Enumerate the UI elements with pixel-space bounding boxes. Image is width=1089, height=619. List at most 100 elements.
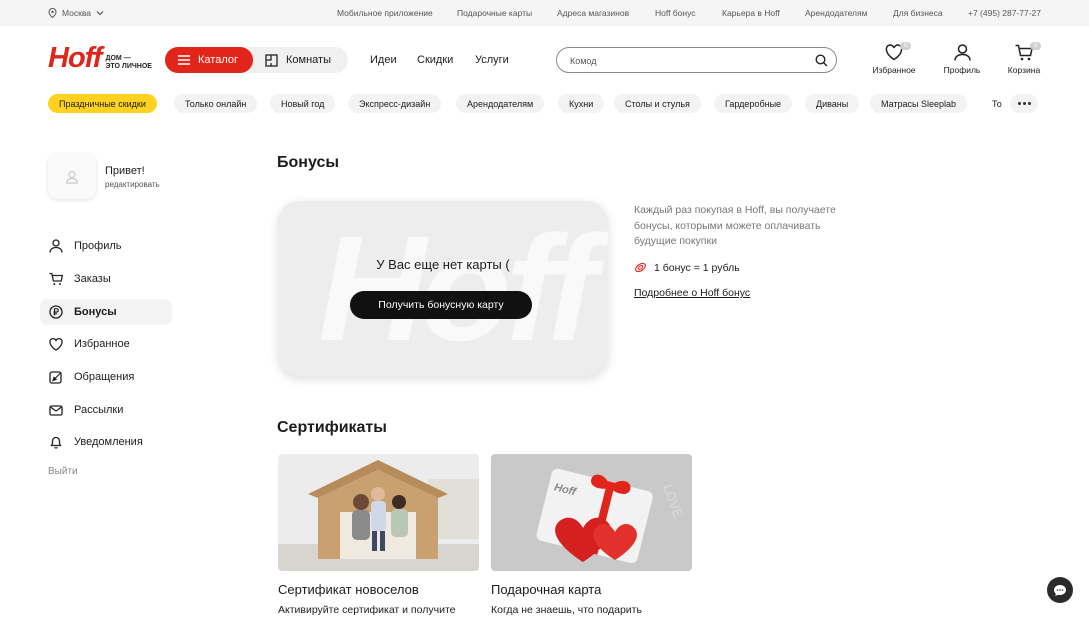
edit-profile-link[interactable]: редактировать (105, 180, 160, 189)
sidebar-item-label: Рассылки (74, 404, 124, 416)
sidebar-item-label: Бонусы (74, 306, 117, 318)
logout-link[interactable]: Выйти (48, 466, 78, 477)
catalog-label: Каталог (198, 54, 238, 66)
get-bonus-card-button[interactable]: Получить бонусную карту (350, 291, 532, 319)
sidebar-item-profile[interactable]: Профиль (40, 233, 172, 259)
location-pin-icon (48, 8, 57, 18)
chip-sofas[interactable]: Диваны (805, 94, 860, 113)
sidebar-item-requests[interactable]: Обращения (40, 364, 172, 390)
chat-button[interactable] (1047, 577, 1073, 603)
mail-icon (49, 404, 63, 416)
gift-card-hearts-image: Hoff LOVE (491, 454, 692, 571)
catalog-button[interactable]: Каталог (165, 47, 253, 73)
nav-discounts[interactable]: Скидки (417, 54, 453, 66)
certificate-subtitle: Активируйте сертификат и получите (278, 604, 456, 616)
nav-ideas[interactable]: Идеи (370, 54, 397, 66)
logo-text: Hoff (48, 42, 102, 74)
chip-tables-chairs[interactable]: Столы и стулья (614, 94, 701, 113)
city-selector[interactable]: Москва (48, 8, 104, 18)
catalog-rooms-switch: Каталог Комнаты (165, 47, 348, 73)
user-icon (953, 44, 971, 61)
chevron-down-icon (96, 11, 104, 16)
chip-holiday-sale[interactable]: Праздничные скидки (48, 94, 157, 113)
favorites-label: Избранное (872, 65, 916, 75)
certificates-title: Сертификаты (277, 419, 387, 436)
sidebar-item-newsletters[interactable]: Рассылки (40, 397, 172, 423)
tagline-line-1: ДОМ — (105, 54, 131, 62)
nav-services[interactable]: Услуги (475, 54, 509, 66)
tagline-line-2: ЭТО ЛИЧНОЕ (105, 62, 152, 70)
profile-label: Профиль (943, 65, 981, 75)
chat-bubble-icon (1054, 584, 1066, 596)
search-box (556, 47, 837, 73)
sidebar-item-notifications[interactable]: Уведомления (40, 429, 172, 455)
chip-overflow: То (982, 94, 1002, 113)
sidebar-item-favorites[interactable]: Избранное (40, 331, 172, 357)
sidebar-item-label: Избранное (74, 338, 130, 350)
user-placeholder-icon (65, 170, 79, 184)
rooms-label: Комнаты (286, 54, 331, 66)
no-card-message: У Вас еще нет карты ( (376, 257, 510, 272)
bonus-coins-icon (635, 262, 646, 273)
city-label: Москва (62, 8, 92, 18)
link-mobile-app[interactable]: Мобильное приложение (337, 8, 433, 18)
search-input[interactable] (570, 53, 800, 68)
chip-mattresses[interactable]: Матрасы Sleeplab (870, 94, 968, 113)
edit-note-icon (49, 371, 62, 384)
chip-truncated[interactable]: То (982, 94, 1002, 113)
user-icon (49, 239, 63, 253)
cardboard-house-family-image (278, 454, 479, 571)
sidebar-item-label: Профиль (74, 240, 122, 252)
phone-link[interactable]: +7 (495) 287-77-27 (968, 8, 1041, 18)
newcomers-certificate-image[interactable] (278, 454, 479, 571)
favorites-count-badge: 0 (900, 42, 912, 50)
bell-icon (50, 436, 62, 449)
sidebar-item-label: Заказы (74, 273, 111, 285)
hoff-watermark: Hoff (318, 204, 597, 372)
sidebar-item-orders[interactable]: Заказы (40, 266, 172, 292)
menu-icon (178, 55, 190, 65)
chip-kitchens[interactable]: Кухни (558, 94, 605, 113)
chip-express-design[interactable]: Экспресс-дизайн (348, 94, 442, 113)
certificate-title: Сертификат новоселов (278, 582, 419, 597)
link-business[interactable]: Для бизнеса (893, 8, 943, 18)
certificate-title: Подарочная карта (491, 582, 602, 597)
chip-new-year[interactable]: Новый год (270, 94, 336, 113)
sidebar-item-bonuses[interactable]: Бонусы (40, 299, 172, 325)
cart-count-badge: 0 (1030, 42, 1042, 50)
ruble-coin-icon (49, 305, 63, 319)
profile-button[interactable]: Профиль (943, 44, 981, 75)
chip-landlords[interactable]: Арендодателям (456, 94, 545, 113)
bonus-rate-text: 1 бонус = 1 рубль (654, 261, 740, 274)
user-card: Привет! редактировать (48, 154, 160, 199)
certificate-card-newcomers[interactable]: Сертификат новоселов Активируйте сертифи… (278, 454, 479, 616)
cart-label: Корзина (1007, 65, 1041, 75)
top-bar: Москва Мобильное приложение Подарочные к… (0, 0, 1089, 26)
bonus-description: Каждый раз покупая в Hoff, вы получаете … (634, 204, 836, 247)
favorites-button[interactable]: 0 Избранное (871, 42, 917, 75)
gift-card-image[interactable]: Hoff LOVE (491, 454, 692, 571)
link-store-addresses[interactable]: Адреса магазинов (557, 8, 629, 18)
certificate-subtitle: Когда не знаешь, что подарить (491, 604, 642, 616)
sidebar-item-label: Обращения (74, 371, 135, 383)
bonus-card-placeholder: Hoff У Вас еще нет карты ( Получить бону… (278, 201, 608, 376)
certificate-card-gift[interactable]: Hoff LOVE Подарочная карта Когда не знае… (491, 454, 692, 616)
link-gift-cards[interactable]: Подарочные карты (457, 8, 532, 18)
rooms-button[interactable]: Комнаты (265, 47, 331, 73)
logo-tagline: ДОМ — ЭТО ЛИЧНОЕ (105, 55, 152, 71)
link-hoff-bonus[interactable]: Hoff бонус (655, 8, 696, 18)
hoff-logo[interactable]: Hoff ДОМ — ЭТО ЛИЧНОЕ (48, 44, 152, 73)
floor-plan-icon (265, 53, 278, 67)
hoff-bonus-more-link[interactable]: Подробнее о Hoff бонус (634, 287, 750, 299)
chip-online-only[interactable]: Только онлайн (174, 94, 258, 113)
search-icon[interactable] (815, 54, 828, 67)
more-dots-icon (1017, 102, 1031, 105)
avatar[interactable] (48, 154, 96, 199)
bonus-rate: 1 бонус = 1 рубль (634, 261, 740, 274)
more-chips-button[interactable] (1010, 94, 1038, 113)
link-careers[interactable]: Карьера в Hoff (722, 8, 780, 18)
chip-wardrobes[interactable]: Гардеробные (714, 94, 793, 113)
page-title: Бонусы (277, 154, 339, 171)
cart-button[interactable]: 0 Корзина (1006, 42, 1042, 75)
link-landlords[interactable]: Арендодателям (805, 8, 867, 18)
